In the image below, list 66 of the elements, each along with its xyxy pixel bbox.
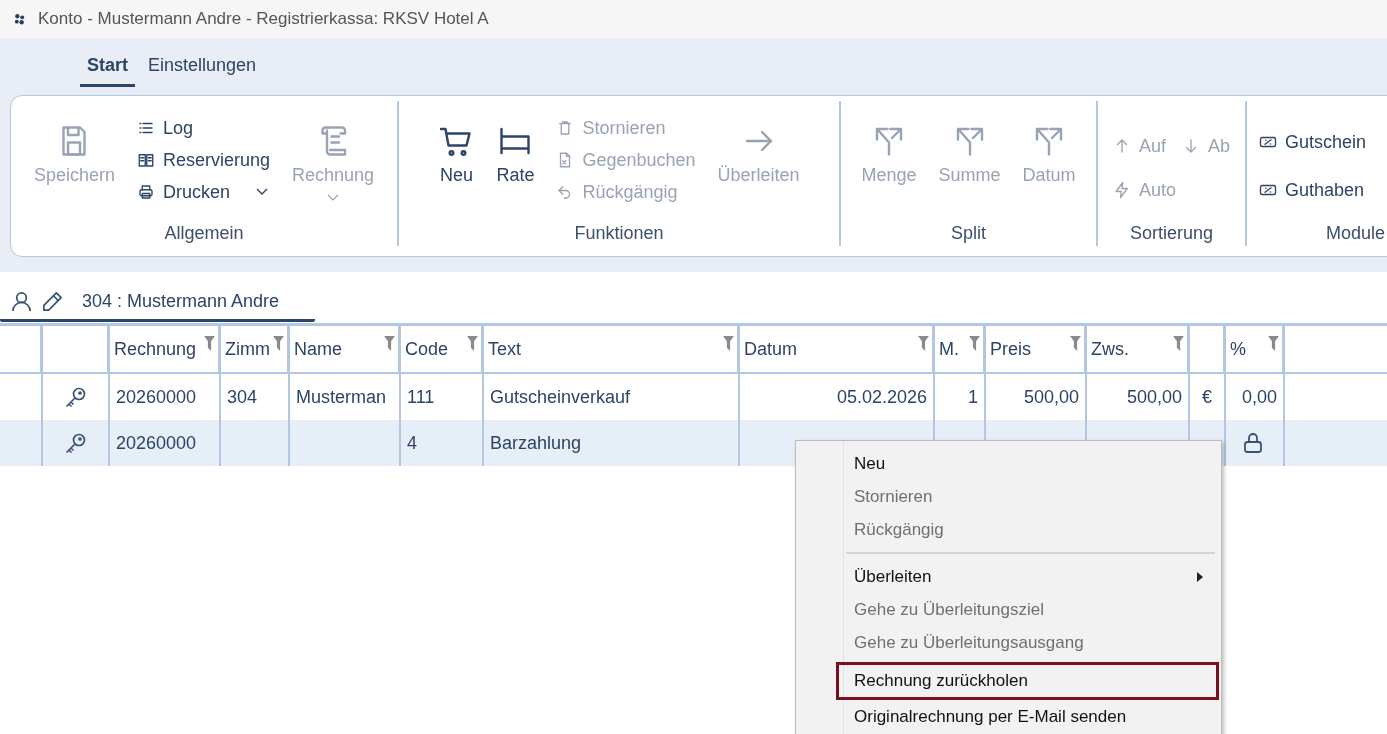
table-cell: 05.02.2026 [836,386,927,408]
filter-icon[interactable] [1268,336,1279,351]
table-cell: 500,00 [1126,386,1182,408]
filter-icon[interactable] [273,336,284,351]
ribbon-button[interactable]: Log [134,115,195,141]
column-header[interactable]: Datum [740,326,935,372]
filter-icon[interactable] [1173,336,1184,351]
table-cell: Barzahlung [490,432,582,454]
column-header[interactable]: Zimm [221,326,290,372]
column-header[interactable]: Name [290,326,401,372]
filter-icon[interactable] [918,336,929,351]
ribbon-button[interactable]: Guthaben [1257,177,1367,203]
table-cell: 20260000 [116,386,197,408]
filter-icon[interactable] [467,336,478,351]
lightning-icon [1112,181,1131,199]
filter-icon[interactable] [723,336,734,351]
table-cell: 304 [227,386,258,408]
menu-item[interactable]: Rechnung zurückholen [836,662,1219,700]
ribbon-button[interactable]: Reservierung [134,147,272,173]
column-header[interactable]: Preis [986,326,1087,372]
table-cell: 111 [407,386,435,408]
ribbon-button[interactable]: Gutschein [1257,129,1369,155]
filter-icon[interactable] [204,336,215,351]
column-header[interactable]: Zws. [1087,326,1190,372]
ribbon-tab[interactable]: Einstellungen [141,50,264,87]
table-cell: 1 [968,386,978,408]
group-label: Split [951,223,986,245]
group-label: Allgemein [164,223,244,245]
ribbon-button[interactable]: Drucken [134,179,270,205]
ribbon-button[interactable]: Rate [494,109,537,186]
column-header[interactable]: % [1226,326,1285,372]
printer-icon [136,183,155,201]
account-tab[interactable]: 304 : Mustermann Andre [0,290,315,322]
account-label: 304 : Mustermann Andre [82,291,280,312]
ribbon-tab[interactable]: Start [80,50,135,87]
column-header[interactable]: M. [935,326,986,372]
table-cell: 4 [407,432,417,454]
table-cell: Gutscheinverkauf [490,386,631,408]
group-label: Funktionen [574,223,664,245]
window-title: Konto - Mustermann Andre - Registrierkassa: RKSV Hotel A [38,9,489,29]
ribbon-button[interactable]: Neu [436,109,477,186]
table-cell: Musterman [296,386,387,408]
book-icon [136,151,155,169]
filter-icon[interactable] [1070,336,1081,351]
key-icon[interactable] [63,385,88,409]
column-header[interactable]: Code [401,326,484,372]
app-icon [13,12,26,26]
menu-item[interactable]: Originalrechnung per E-Mail senden [836,700,1219,733]
group-label: Sortierung [1129,223,1214,245]
table-cell: 20260000 [116,432,197,454]
person-icon [10,290,33,313]
pencil-icon [41,290,64,313]
group-label: Module [1325,223,1385,245]
filter-icon[interactable] [969,336,980,351]
chevron-down-icon [327,194,340,202]
chevron-down-icon [256,188,268,196]
column-header[interactable]: Text [484,326,740,372]
filter-icon[interactable] [384,336,395,351]
key-icon[interactable] [63,431,88,455]
table-cell: 0,00 [1241,386,1277,408]
menu-item[interactable]: Überleiten [846,552,1215,593]
table-cell: 500,00 [1023,386,1079,408]
submenu-arrow-icon [1197,571,1203,582]
table-cell: € [1202,386,1212,408]
column-header[interactable]: Rechnung [110,326,221,372]
lock-icon [1241,431,1265,455]
